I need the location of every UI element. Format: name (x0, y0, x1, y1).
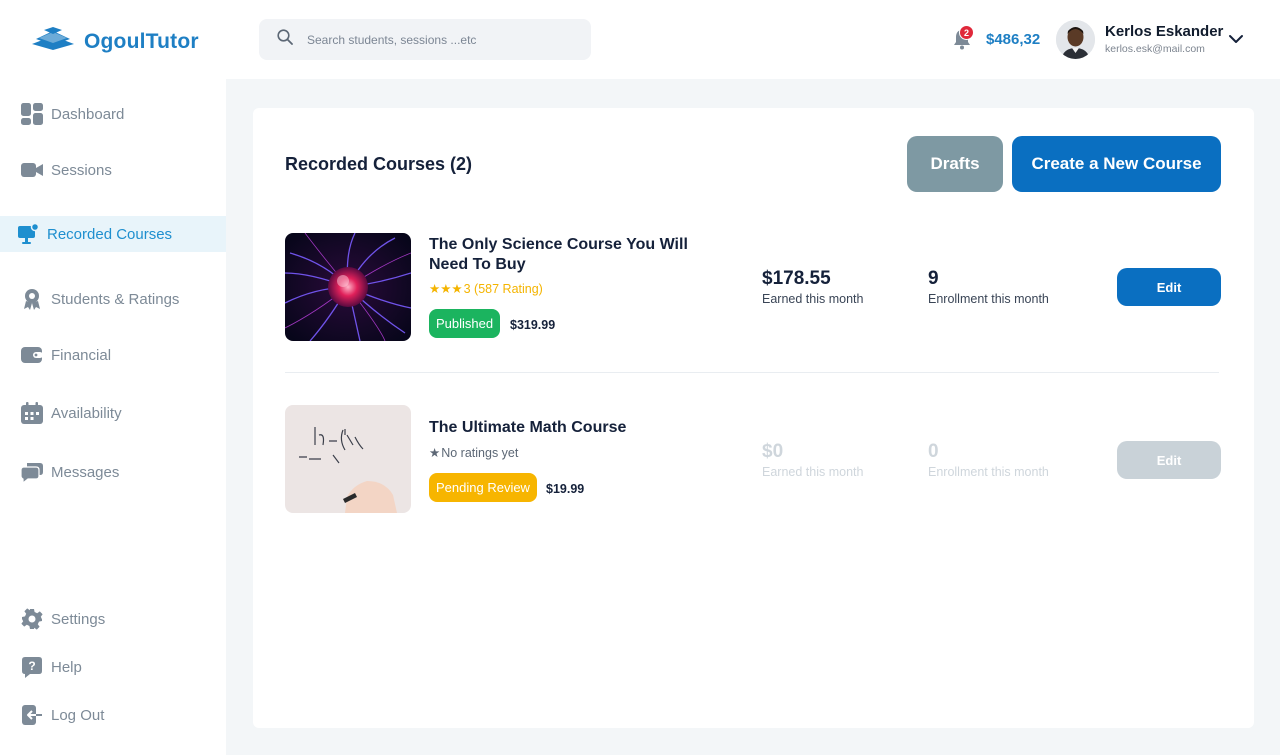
whiteboard-math-image[interactable] (285, 405, 411, 513)
app-logo[interactable]: OgoulTutor (30, 27, 199, 56)
student-badge-icon (21, 288, 43, 310)
top-bar: OgoulTutor 2 $486,32 Kerlos Eskander ker… (0, 0, 1280, 79)
sidebar-item-label: Students & Ratings (51, 290, 180, 308)
notification-badge: 2 (959, 25, 974, 40)
calendar-icon (21, 402, 43, 424)
earned-value: $178.55 (762, 268, 831, 289)
rating-text: No ratings yet (441, 445, 519, 460)
search-bar[interactable] (259, 19, 591, 60)
sidebar-item-label: Help (51, 658, 82, 676)
course-price: $319.99 (510, 318, 556, 332)
course-title[interactable]: The Ultimate Math Course (429, 418, 729, 438)
sidebar-item-label: Financial (51, 346, 112, 364)
sidebar-item-label: Availability (51, 404, 122, 422)
sidebar-item-logout[interactable]: Log Out (0, 697, 226, 733)
search-input[interactable] (307, 32, 567, 47)
svg-text:?: ? (28, 659, 35, 673)
sidebar-item-students-ratings[interactable]: Students & Ratings (0, 281, 226, 317)
divider (285, 372, 1219, 373)
app-name: OgoulTutor (84, 29, 199, 53)
course-title[interactable]: The Only Science Course You Will Need To… (429, 235, 729, 275)
sidebar-item-help[interactable]: ? Help (0, 649, 226, 685)
dashboard-grid-icon (21, 103, 43, 125)
course-row: The Ultimate Math Course ★ No ratings ye… (285, 405, 1221, 515)
sidebar-item-label: Messages (51, 463, 120, 481)
gear-icon (21, 608, 43, 630)
earned-label: Earned this month (762, 292, 864, 306)
course-rating: ★★★ 3 (587 Rating) (429, 281, 543, 297)
plasma-ball-image[interactable] (285, 233, 411, 341)
sidebar-item-label: Log Out (51, 706, 105, 724)
page-title: Recorded Courses (2) (285, 154, 473, 174)
earned-value: $0 (762, 441, 784, 462)
recorded-courses-panel: Recorded Courses (2) Drafts Create a New… (253, 108, 1254, 728)
enrollment-label: Enrollment this month (928, 292, 1049, 306)
chat-bubbles-icon (21, 461, 43, 483)
video-camera-icon (21, 159, 43, 181)
sidebar-item-availability[interactable]: Availability (0, 395, 226, 431)
user-name[interactable]: Kerlos Eskander (1105, 23, 1223, 40)
sidebar-item-label: Dashboard (51, 105, 125, 123)
edit-course-button[interactable]: Edit (1117, 268, 1221, 306)
chevron-down-icon[interactable] (1227, 32, 1245, 46)
course-rating: ★ No ratings yet (429, 445, 519, 461)
enrollment-value: 9 (928, 268, 939, 289)
sidebar: Dashboard Sessions Recorded Courses Stud… (0, 79, 226, 755)
monitor-play-icon (17, 223, 39, 245)
edit-course-button[interactable]: Edit (1117, 441, 1221, 479)
status-badge: Published (429, 309, 501, 338)
sidebar-item-label: Recorded Courses (47, 225, 173, 243)
sidebar-item-label: Sessions (51, 161, 112, 179)
create-course-button[interactable]: Create a New Course (1012, 136, 1221, 192)
sidebar-item-messages[interactable]: Messages (0, 454, 226, 490)
avatar[interactable] (1056, 20, 1095, 59)
logout-icon (21, 704, 43, 726)
earned-label: Earned this month (762, 465, 864, 479)
sidebar-item-settings[interactable]: Settings (0, 601, 226, 637)
search-icon (277, 29, 293, 50)
sidebar-item-dashboard[interactable]: Dashboard (0, 96, 226, 132)
sidebar-item-financial[interactable]: Financial (0, 337, 226, 373)
course-row: The Only Science Course You Will Need To… (285, 233, 1221, 343)
user-email: kerlos.esk@mail.com (1105, 43, 1205, 55)
star-icon: ★★★ (429, 282, 463, 296)
status-badge: Pending Review (429, 473, 537, 502)
graduation-book-icon (30, 27, 76, 56)
star-icon: ★ (429, 446, 441, 460)
sidebar-item-label: Settings (51, 610, 106, 628)
rating-text: 3 (587 Rating) (463, 281, 543, 296)
sidebar-item-recorded-courses[interactable]: Recorded Courses (0, 216, 226, 252)
account-balance[interactable]: $486,32 (986, 31, 1040, 48)
enrollment-value: 0 (928, 441, 939, 462)
drafts-button[interactable]: Drafts (907, 136, 1003, 192)
help-question-icon: ? (21, 656, 43, 678)
sidebar-item-sessions[interactable]: Sessions (0, 152, 226, 188)
enrollment-label: Enrollment this month (928, 465, 1049, 479)
wallet-icon (21, 344, 43, 366)
course-price: $19.99 (546, 482, 585, 496)
